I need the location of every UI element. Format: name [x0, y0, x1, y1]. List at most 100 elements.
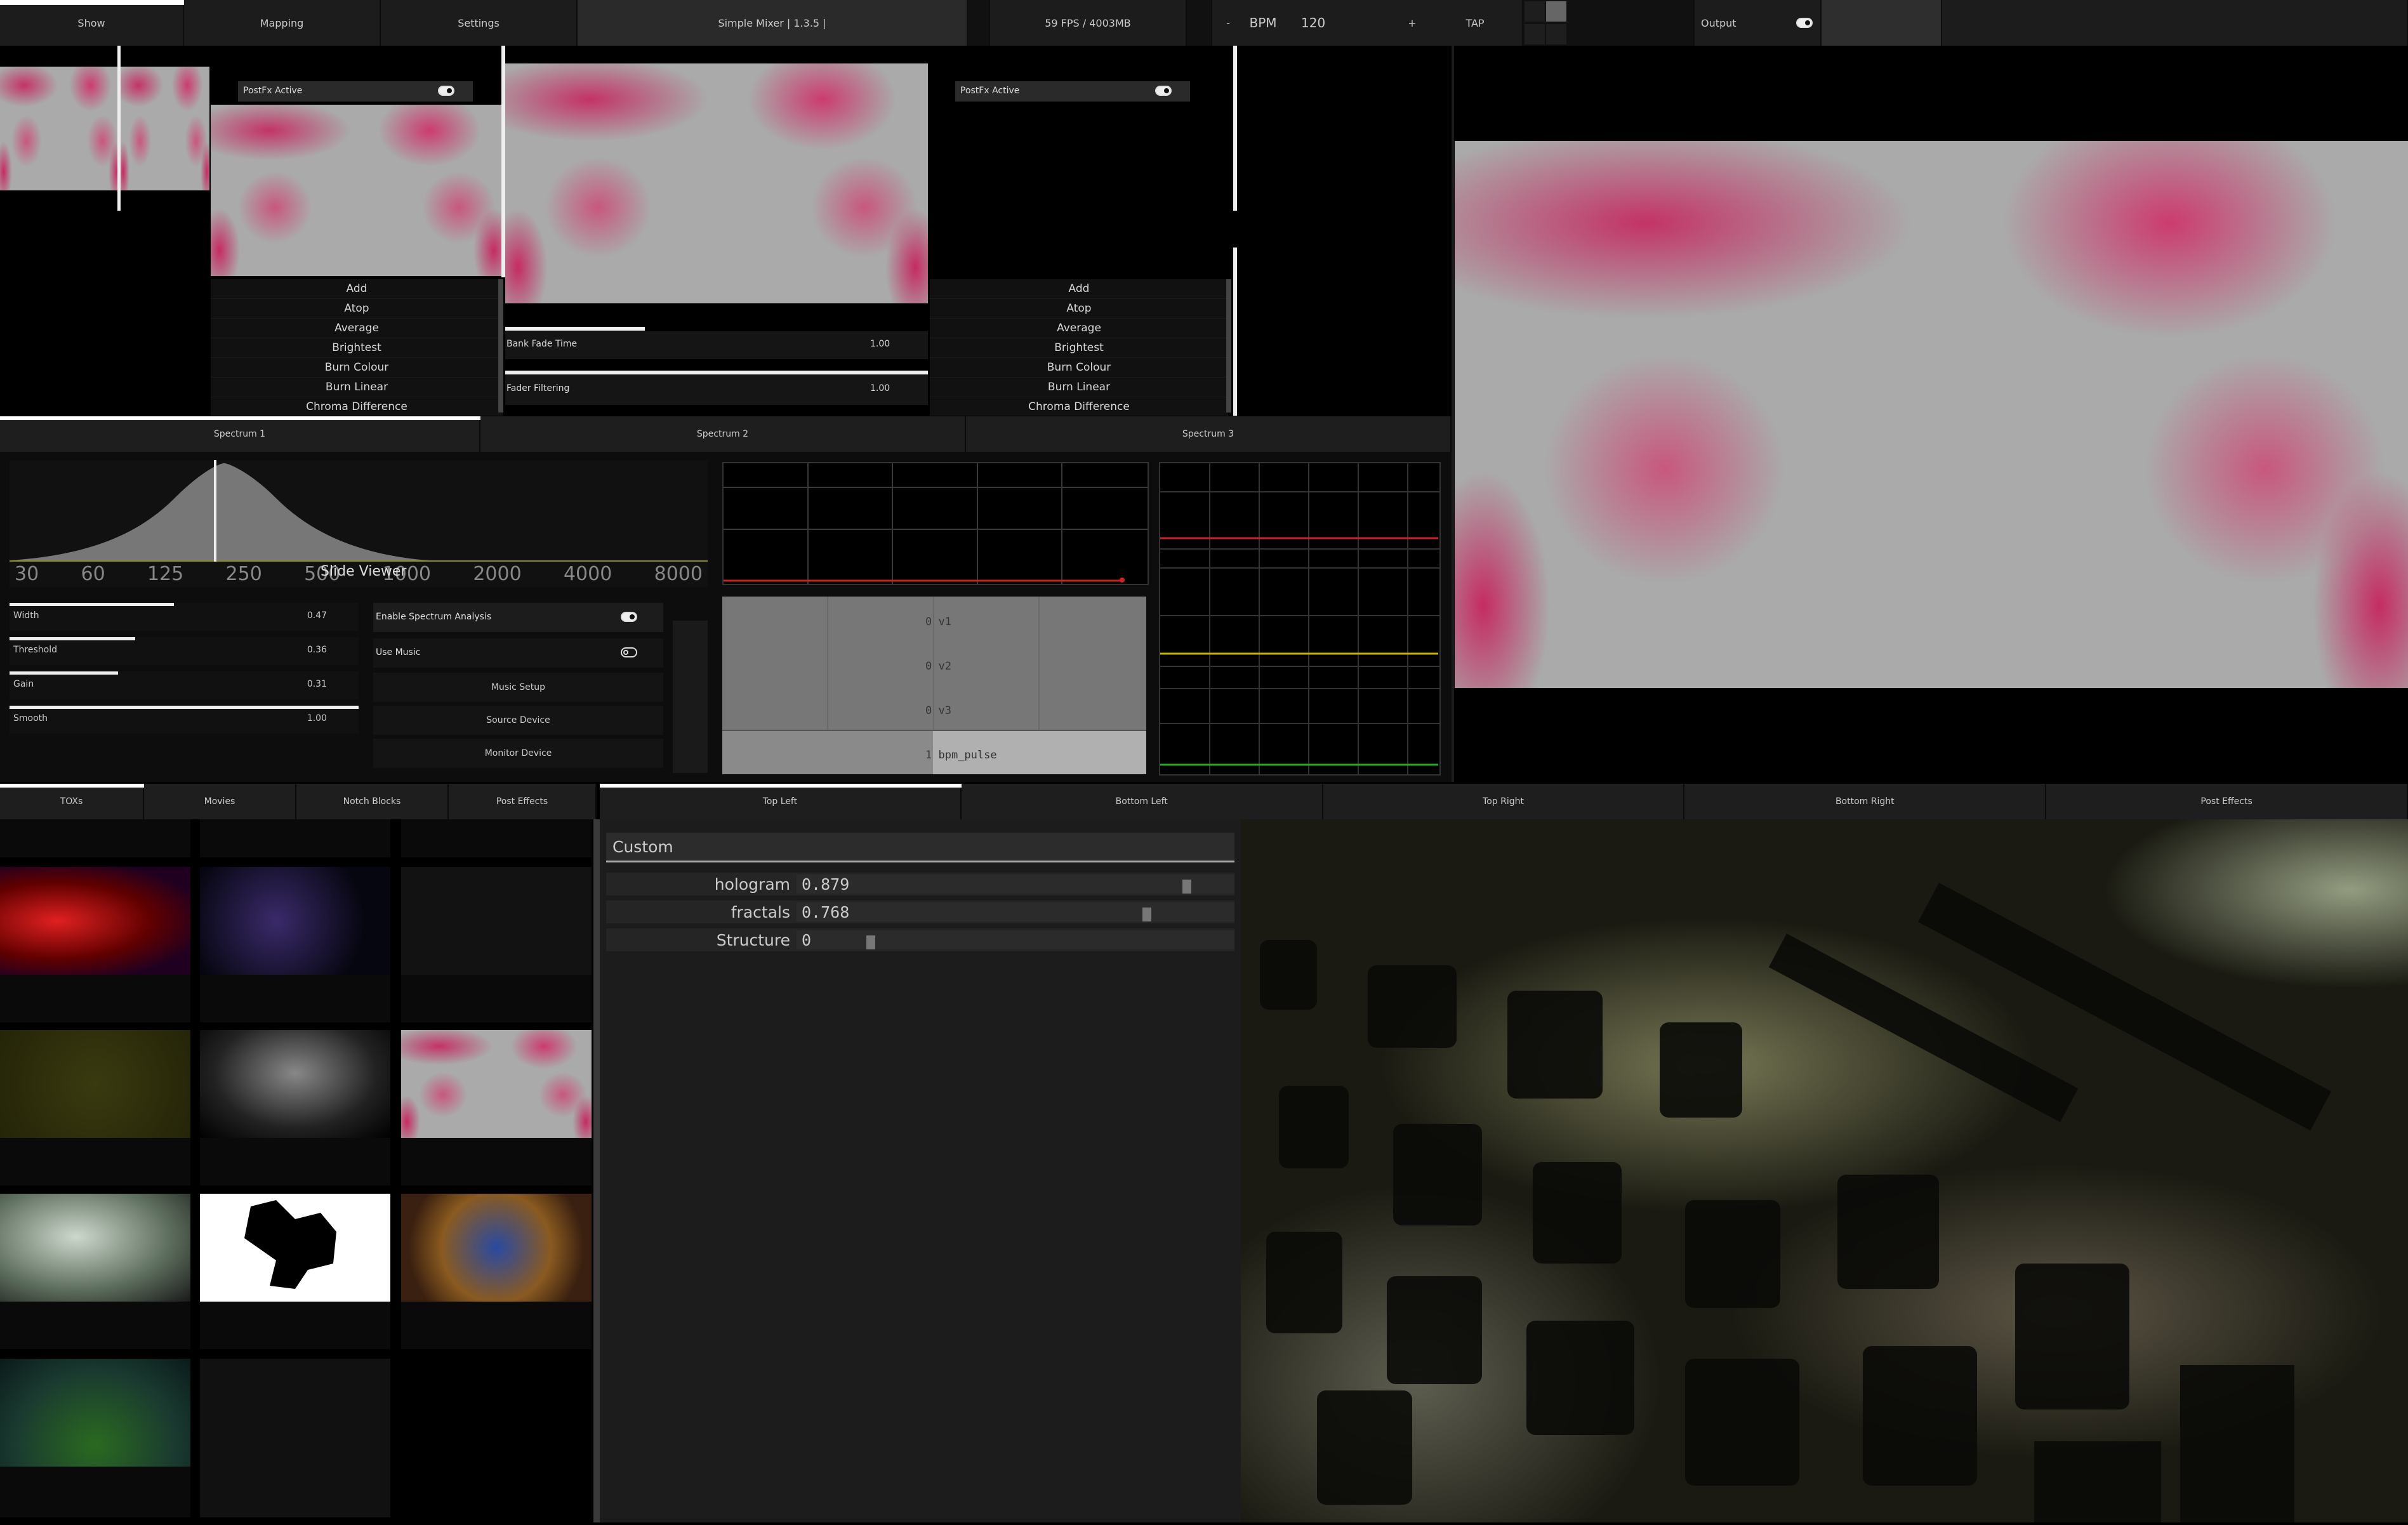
- slider-handle[interactable]: [1182, 880, 1191, 894]
- use-music-row[interactable]: Use Music: [373, 638, 663, 668]
- deck-a-blend-mode-item[interactable]: Average: [211, 319, 503, 338]
- deck-a-blend-mode-item[interactable]: Brightest: [211, 338, 503, 358]
- tab-layer-top-left[interactable]: Top Left: [600, 784, 962, 819]
- spectrum-param-width[interactable]: Width 0.47: [10, 603, 359, 631]
- deck-b-fader-2[interactable]: [1233, 248, 1237, 416]
- custom-slider-hologram[interactable]: hologram 0.879: [606, 873, 1234, 895]
- enable-spectrum-row[interactable]: Enable Spectrum Analysis: [373, 603, 663, 632]
- library-item-10[interactable]: [200, 1194, 390, 1349]
- deck-a-fader[interactable]: [117, 46, 121, 211]
- tab-spectrum-2[interactable]: Spectrum 2: [480, 416, 966, 452]
- library-item-1[interactable]: [200, 819, 390, 857]
- panel-divider: [1452, 46, 1454, 782]
- library-item-0[interactable]: [0, 819, 190, 857]
- tap-button[interactable]: TAP: [1428, 0, 1523, 46]
- deck-b-blend-mode-item[interactable]: Average: [930, 319, 1228, 338]
- bpm-label-text: BPM: [1249, 15, 1277, 30]
- library-item-11[interactable]: [401, 1194, 592, 1349]
- deck-b-blend-mode-item[interactable]: Burn Linear: [930, 378, 1228, 397]
- library-item-3[interactable]: [0, 867, 190, 1022]
- library-item-7[interactable]: [200, 1030, 390, 1185]
- spectrum-param-gain[interactable]: Gain 0.31: [10, 671, 359, 699]
- tab-layer-bottom-right[interactable]: Bottom Right: [1684, 784, 2047, 819]
- slider-track[interactable]: [797, 902, 1234, 921]
- frequency-tick-label: 2000: [473, 562, 522, 585]
- deck-a-postfx-row: PostFx Active: [238, 81, 473, 102]
- library-grid: [0, 819, 597, 1522]
- library-item-2[interactable]: [401, 819, 592, 857]
- crossfader-indicator[interactable]: [505, 327, 645, 331]
- monitor-device-button[interactable]: Monitor Device: [373, 739, 663, 768]
- deck-a-blend-mode-item[interactable]: Atop: [211, 299, 503, 319]
- tab-movies[interactable]: Movies: [144, 784, 296, 819]
- tab-layer-top-right[interactable]: Top Right: [1323, 784, 1685, 819]
- deck-b-blend-mode-item[interactable]: Burn Colour: [930, 358, 1228, 378]
- custom-slider-fractals[interactable]: fractals 0.768: [606, 901, 1234, 923]
- spectrum-param-value: 1.00: [307, 713, 327, 723]
- slider-handle[interactable]: [1142, 908, 1151, 921]
- library-item-13[interactable]: [200, 1359, 390, 1517]
- tab-toxs[interactable]: TOXs: [0, 784, 144, 819]
- output-toggle[interactable]: [1796, 18, 1813, 30]
- library-scrollbar[interactable]: [593, 819, 600, 1522]
- mapping-tab[interactable]: Mapping: [184, 0, 381, 46]
- top-bar-spacer: [968, 0, 990, 46]
- bpm-increase-button[interactable]: +: [1396, 0, 1428, 46]
- library-item-4[interactable]: [200, 867, 390, 1022]
- deck-b-blend-mode-item[interactable]: Chroma Difference: [930, 397, 1228, 417]
- library-item-6[interactable]: [0, 1030, 190, 1185]
- tab-notch-blocks[interactable]: Notch Blocks: [296, 784, 449, 819]
- deck-b-blend-mode-item[interactable]: Atop: [930, 299, 1228, 319]
- deck-a-blend-scrollbar[interactable]: [498, 279, 503, 413]
- tab-spectrum-1[interactable]: Spectrum 1: [0, 416, 480, 452]
- enable-spectrum-toggle[interactable]: [621, 612, 637, 624]
- tab-layer-bottom-left[interactable]: Bottom Left: [962, 784, 1323, 819]
- tab-spectrum-3[interactable]: Spectrum 3: [966, 416, 1452, 452]
- slider-label: hologram: [714, 875, 790, 894]
- output-label-text: Output: [1701, 17, 1737, 29]
- slider-handle[interactable]: [866, 935, 875, 949]
- spectrum-tab-bar: Spectrum 1 Spectrum 2 Spectrum 3: [0, 416, 1452, 452]
- music-setup-button[interactable]: Music Setup: [373, 673, 663, 702]
- deck-b-postfx-toggle[interactable]: [1155, 86, 1172, 98]
- deck-a-blend-mode-item[interactable]: Burn Colour: [211, 358, 503, 378]
- bank-fade-time-row[interactable]: Bank Fade Time 1.00: [505, 331, 928, 359]
- deck-b-blend-mode-item[interactable]: Brightest: [930, 338, 1228, 358]
- library-thumb-clouds: [0, 1194, 190, 1302]
- deck-b-fader[interactable]: [1233, 46, 1237, 211]
- tab-post-effects-library[interactable]: Post Effects: [449, 784, 597, 819]
- library-item-8[interactable]: [401, 1030, 592, 1185]
- settings-tab[interactable]: Settings: [381, 0, 578, 46]
- bpm-decrease-button[interactable]: -: [1212, 0, 1244, 46]
- library-item-5[interactable]: [401, 867, 592, 1022]
- deck-b-blend-mode-list[interactable]: Add Atop Average Brightest Burn Colour Burn L…: [930, 279, 1228, 417]
- top-bar-fill: [1942, 0, 2408, 46]
- deck-a-postfx-toggle[interactable]: [438, 86, 454, 98]
- bpm-value-input[interactable]: 120: [1301, 0, 1339, 46]
- slider-track[interactable]: [797, 875, 1234, 894]
- output-preview-button[interactable]: [1822, 0, 1942, 46]
- use-music-toggle[interactable]: [621, 647, 637, 660]
- library-item-12[interactable]: [0, 1359, 190, 1517]
- custom-slider-structure[interactable]: Structure 0: [606, 928, 1234, 951]
- mixer-title-label: Simple Mixer | 1.3.5 |: [718, 17, 826, 29]
- library-item-9[interactable]: [0, 1194, 190, 1349]
- deck-a-blend-mode-list[interactable]: Add Atop Average Brightest Burn Colour Burn L…: [211, 279, 503, 417]
- deck-b-blend-scrollbar[interactable]: [1226, 279, 1231, 413]
- show-tab[interactable]: Show: [0, 0, 184, 46]
- deck-a-blend-mode-item[interactable]: Burn Linear: [211, 378, 503, 397]
- top-bar-spacer-3: [1568, 0, 1695, 46]
- spectrum-param-level: [10, 671, 118, 675]
- deck-b-blend-mode-item[interactable]: Add: [930, 279, 1228, 299]
- slider-label: Structure: [716, 931, 790, 949]
- fader-filtering-row[interactable]: Fader Filtering 1.00: [505, 374, 928, 405]
- deck-a-blend-mode-item[interactable]: Chroma Difference: [211, 397, 503, 417]
- deck-a-blend-mode-item[interactable]: Add: [211, 279, 503, 299]
- spectrum-param-smooth[interactable]: Smooth 1.00: [10, 706, 359, 734]
- library-thumb-olive-noise: [0, 1030, 190, 1138]
- spectrum-param-threshold[interactable]: Threshold 0.36: [10, 637, 359, 665]
- frequency-tick-label: 8000: [654, 562, 703, 585]
- slider-track[interactable]: [797, 930, 1234, 949]
- source-device-button[interactable]: Source Device: [373, 706, 663, 735]
- tab-layer-post-effects[interactable]: Post Effects: [2046, 784, 2408, 819]
